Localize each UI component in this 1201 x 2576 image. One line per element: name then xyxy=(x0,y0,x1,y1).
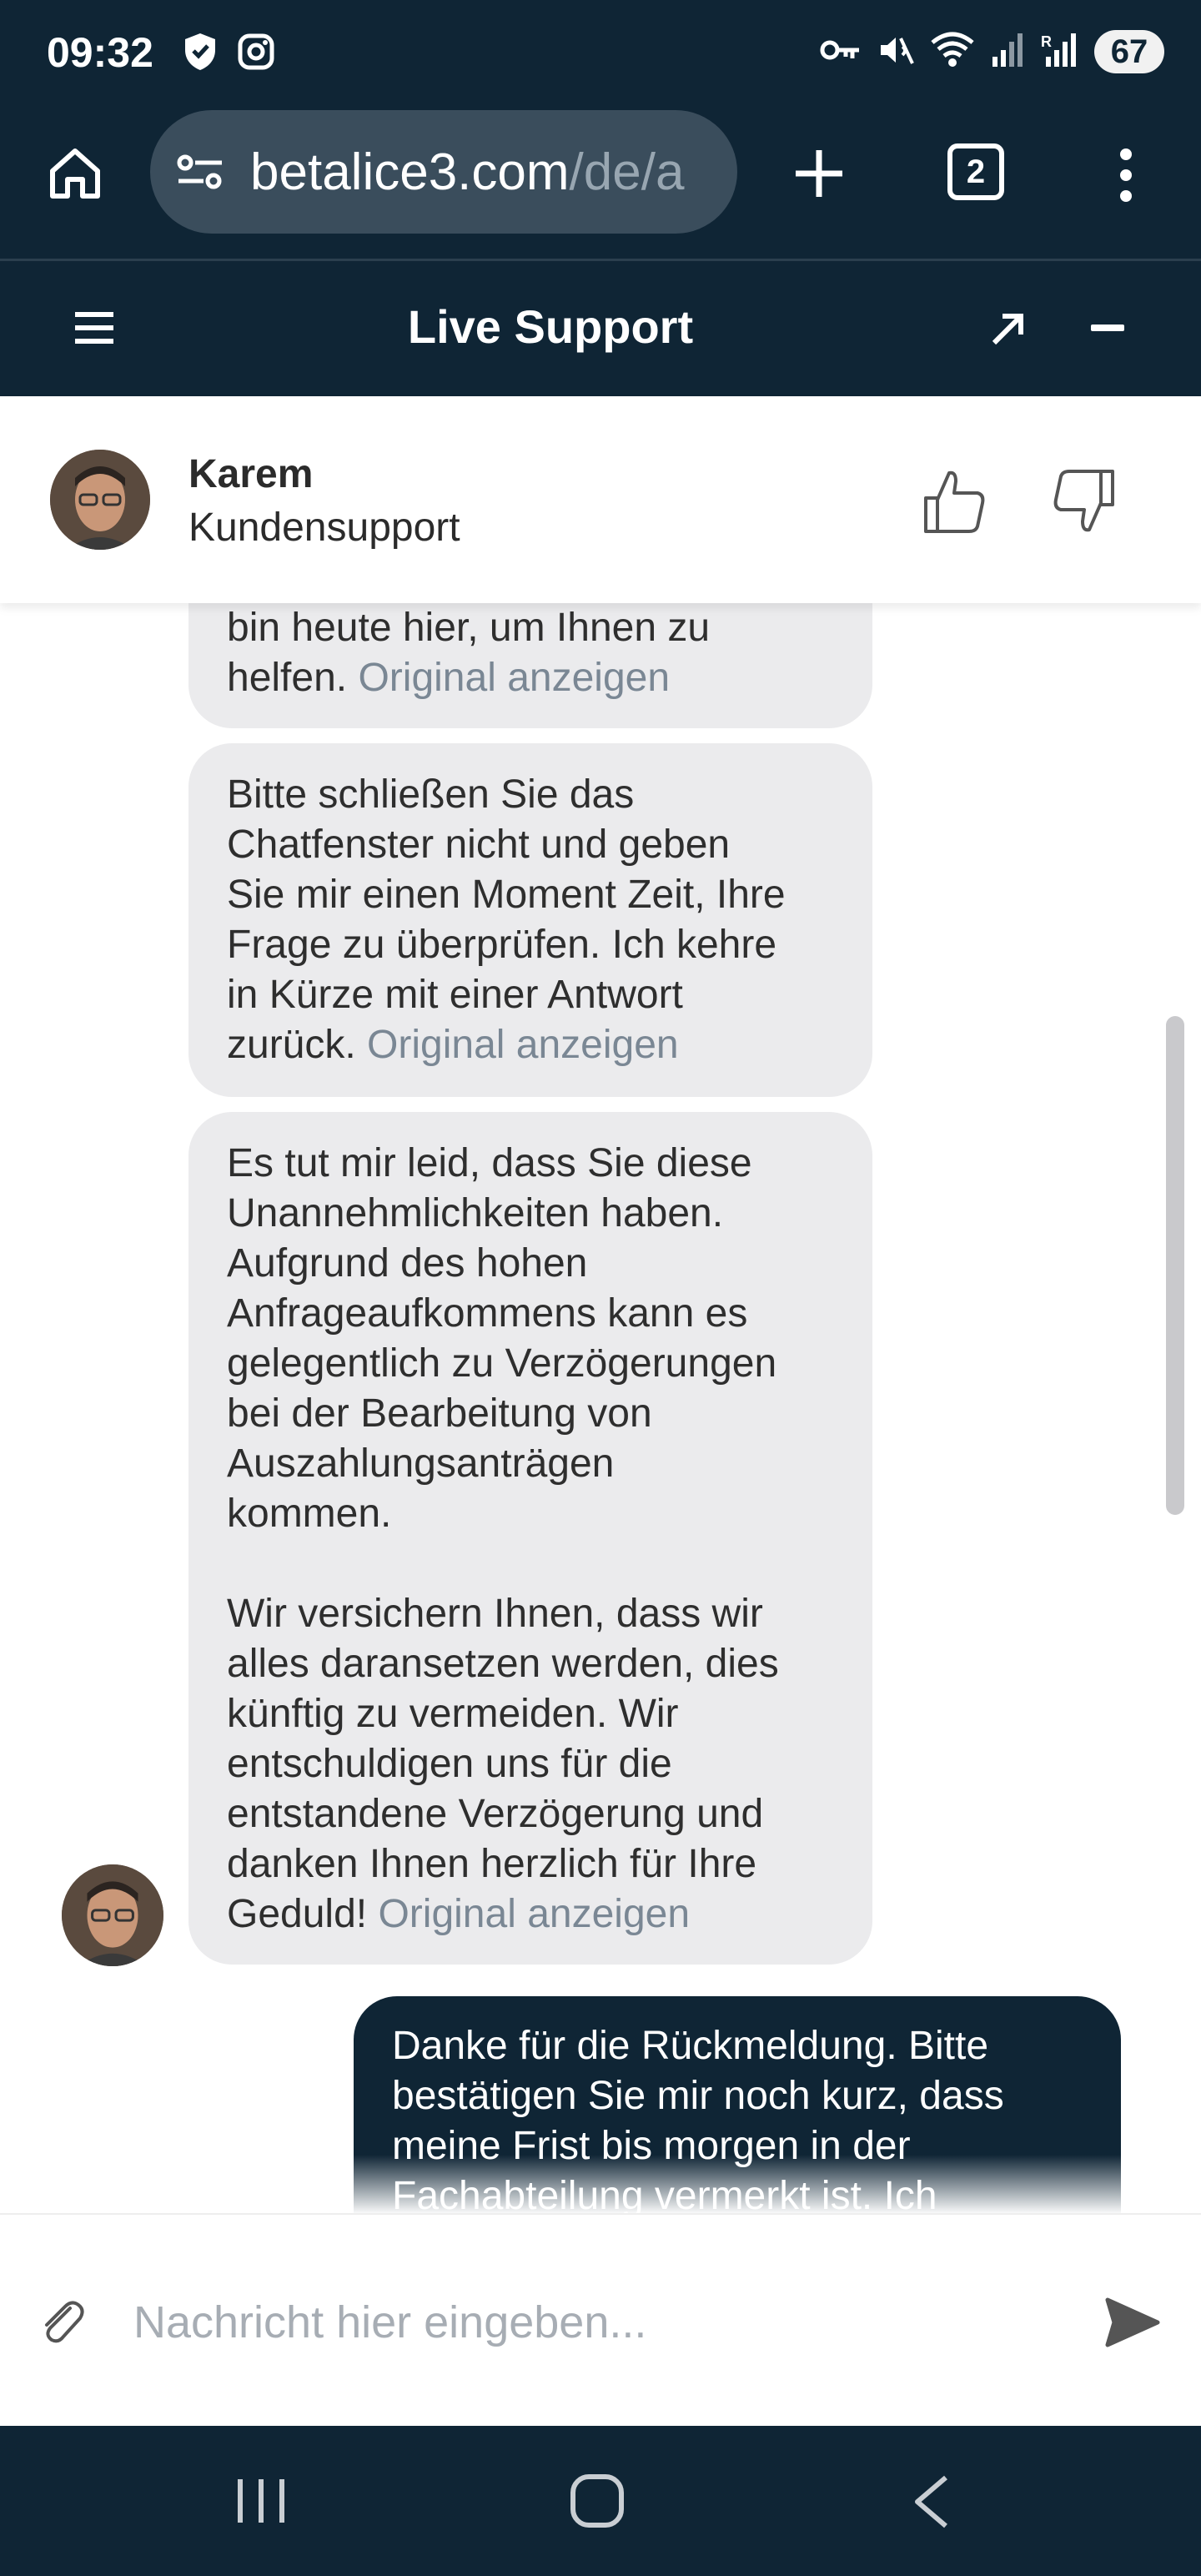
shield-icon xyxy=(182,32,219,76)
thumbs-up-icon[interactable] xyxy=(922,468,986,535)
back-icon[interactable] xyxy=(909,2474,956,2529)
plus-icon xyxy=(796,150,842,197)
home-button[interactable] xyxy=(43,142,107,205)
signal-icon xyxy=(991,32,1024,73)
url-path: /de/a xyxy=(569,143,685,201)
paperclip-icon[interactable] xyxy=(37,2297,87,2347)
agent-message: Es tut mir leid, dass Sie diese Unannehm… xyxy=(188,1112,872,1965)
status-left-icons xyxy=(182,32,275,76)
battery-indicator: 67 xyxy=(1094,30,1164,73)
message-avatar xyxy=(62,1864,163,1966)
instagram-icon xyxy=(237,33,275,75)
send-icon[interactable] xyxy=(1103,2293,1161,2352)
expand-icon[interactable] xyxy=(987,308,1029,350)
browser-menu-button[interactable] xyxy=(1109,142,1143,209)
mute-icon xyxy=(877,32,914,73)
scrollbar[interactable] xyxy=(1166,1016,1184,1515)
new-tab-button[interactable] xyxy=(787,142,851,205)
message-composer xyxy=(0,2213,1201,2426)
more-vert-icon xyxy=(1120,148,1132,202)
status-right-icons: R 67 xyxy=(819,30,1164,73)
nav-home-button[interactable] xyxy=(570,2474,624,2528)
browser-toolbar: betalice3.com/de/a 2 xyxy=(0,107,1201,260)
show-original-link[interactable]: Original anzeigen xyxy=(378,1892,690,1936)
screen: 09:32 R 67 betalice3.com/de/a 2 Live Sup… xyxy=(0,0,1201,2576)
browser-chrome: 09:32 R 67 betalice3.com/de/a 2 xyxy=(0,0,1201,260)
svg-text:R: R xyxy=(1041,33,1052,50)
system-nav-bar xyxy=(0,2426,1201,2576)
agent-name: Karem xyxy=(188,452,314,496)
site-settings-icon[interactable] xyxy=(175,147,225,197)
recents-icon[interactable] xyxy=(235,2478,287,2524)
url-bar[interactable]: betalice3.com/de/a xyxy=(150,110,737,234)
url-domain: betalice3.com xyxy=(250,143,570,201)
agent-avatar xyxy=(50,450,150,550)
tab-switcher-button[interactable]: 2 xyxy=(947,143,1004,200)
status-time: 09:32 xyxy=(47,29,153,76)
message-text: Es tut mir leid, dass Sie diese Unannehm… xyxy=(227,1141,779,1936)
chat-header: Live Support xyxy=(0,261,1201,396)
show-original-link[interactable]: Original anzeigen xyxy=(358,656,670,700)
status-bar: 09:32 R 67 xyxy=(0,0,1201,107)
thumbs-down-icon[interactable] xyxy=(1053,468,1116,535)
wifi-icon xyxy=(929,31,976,73)
show-original-link[interactable]: Original anzeigen xyxy=(367,1023,679,1067)
agent-role: Kundensupport xyxy=(188,506,460,550)
home-icon xyxy=(50,148,100,199)
key-icon xyxy=(819,35,862,69)
roaming-signal-icon: R xyxy=(1039,32,1079,73)
chat-title: Live Support xyxy=(407,300,694,353)
scroll-fade xyxy=(0,2155,1201,2213)
url-text: betalice3.com/de/a xyxy=(250,143,684,202)
minimize-button[interactable] xyxy=(1091,325,1124,331)
message-input[interactable] xyxy=(133,2285,1068,2360)
agent-message: bin heute hier, um Ihnen zu helfen. Orig… xyxy=(188,603,872,728)
agent-message: Bitte schließen Sie das Chatfenster nich… xyxy=(188,743,872,1097)
message-list[interactable]: bin heute hier, um Ihnen zu helfen. Orig… xyxy=(0,603,1201,2213)
agent-info-bar: Karem Kundensupport xyxy=(0,396,1201,603)
